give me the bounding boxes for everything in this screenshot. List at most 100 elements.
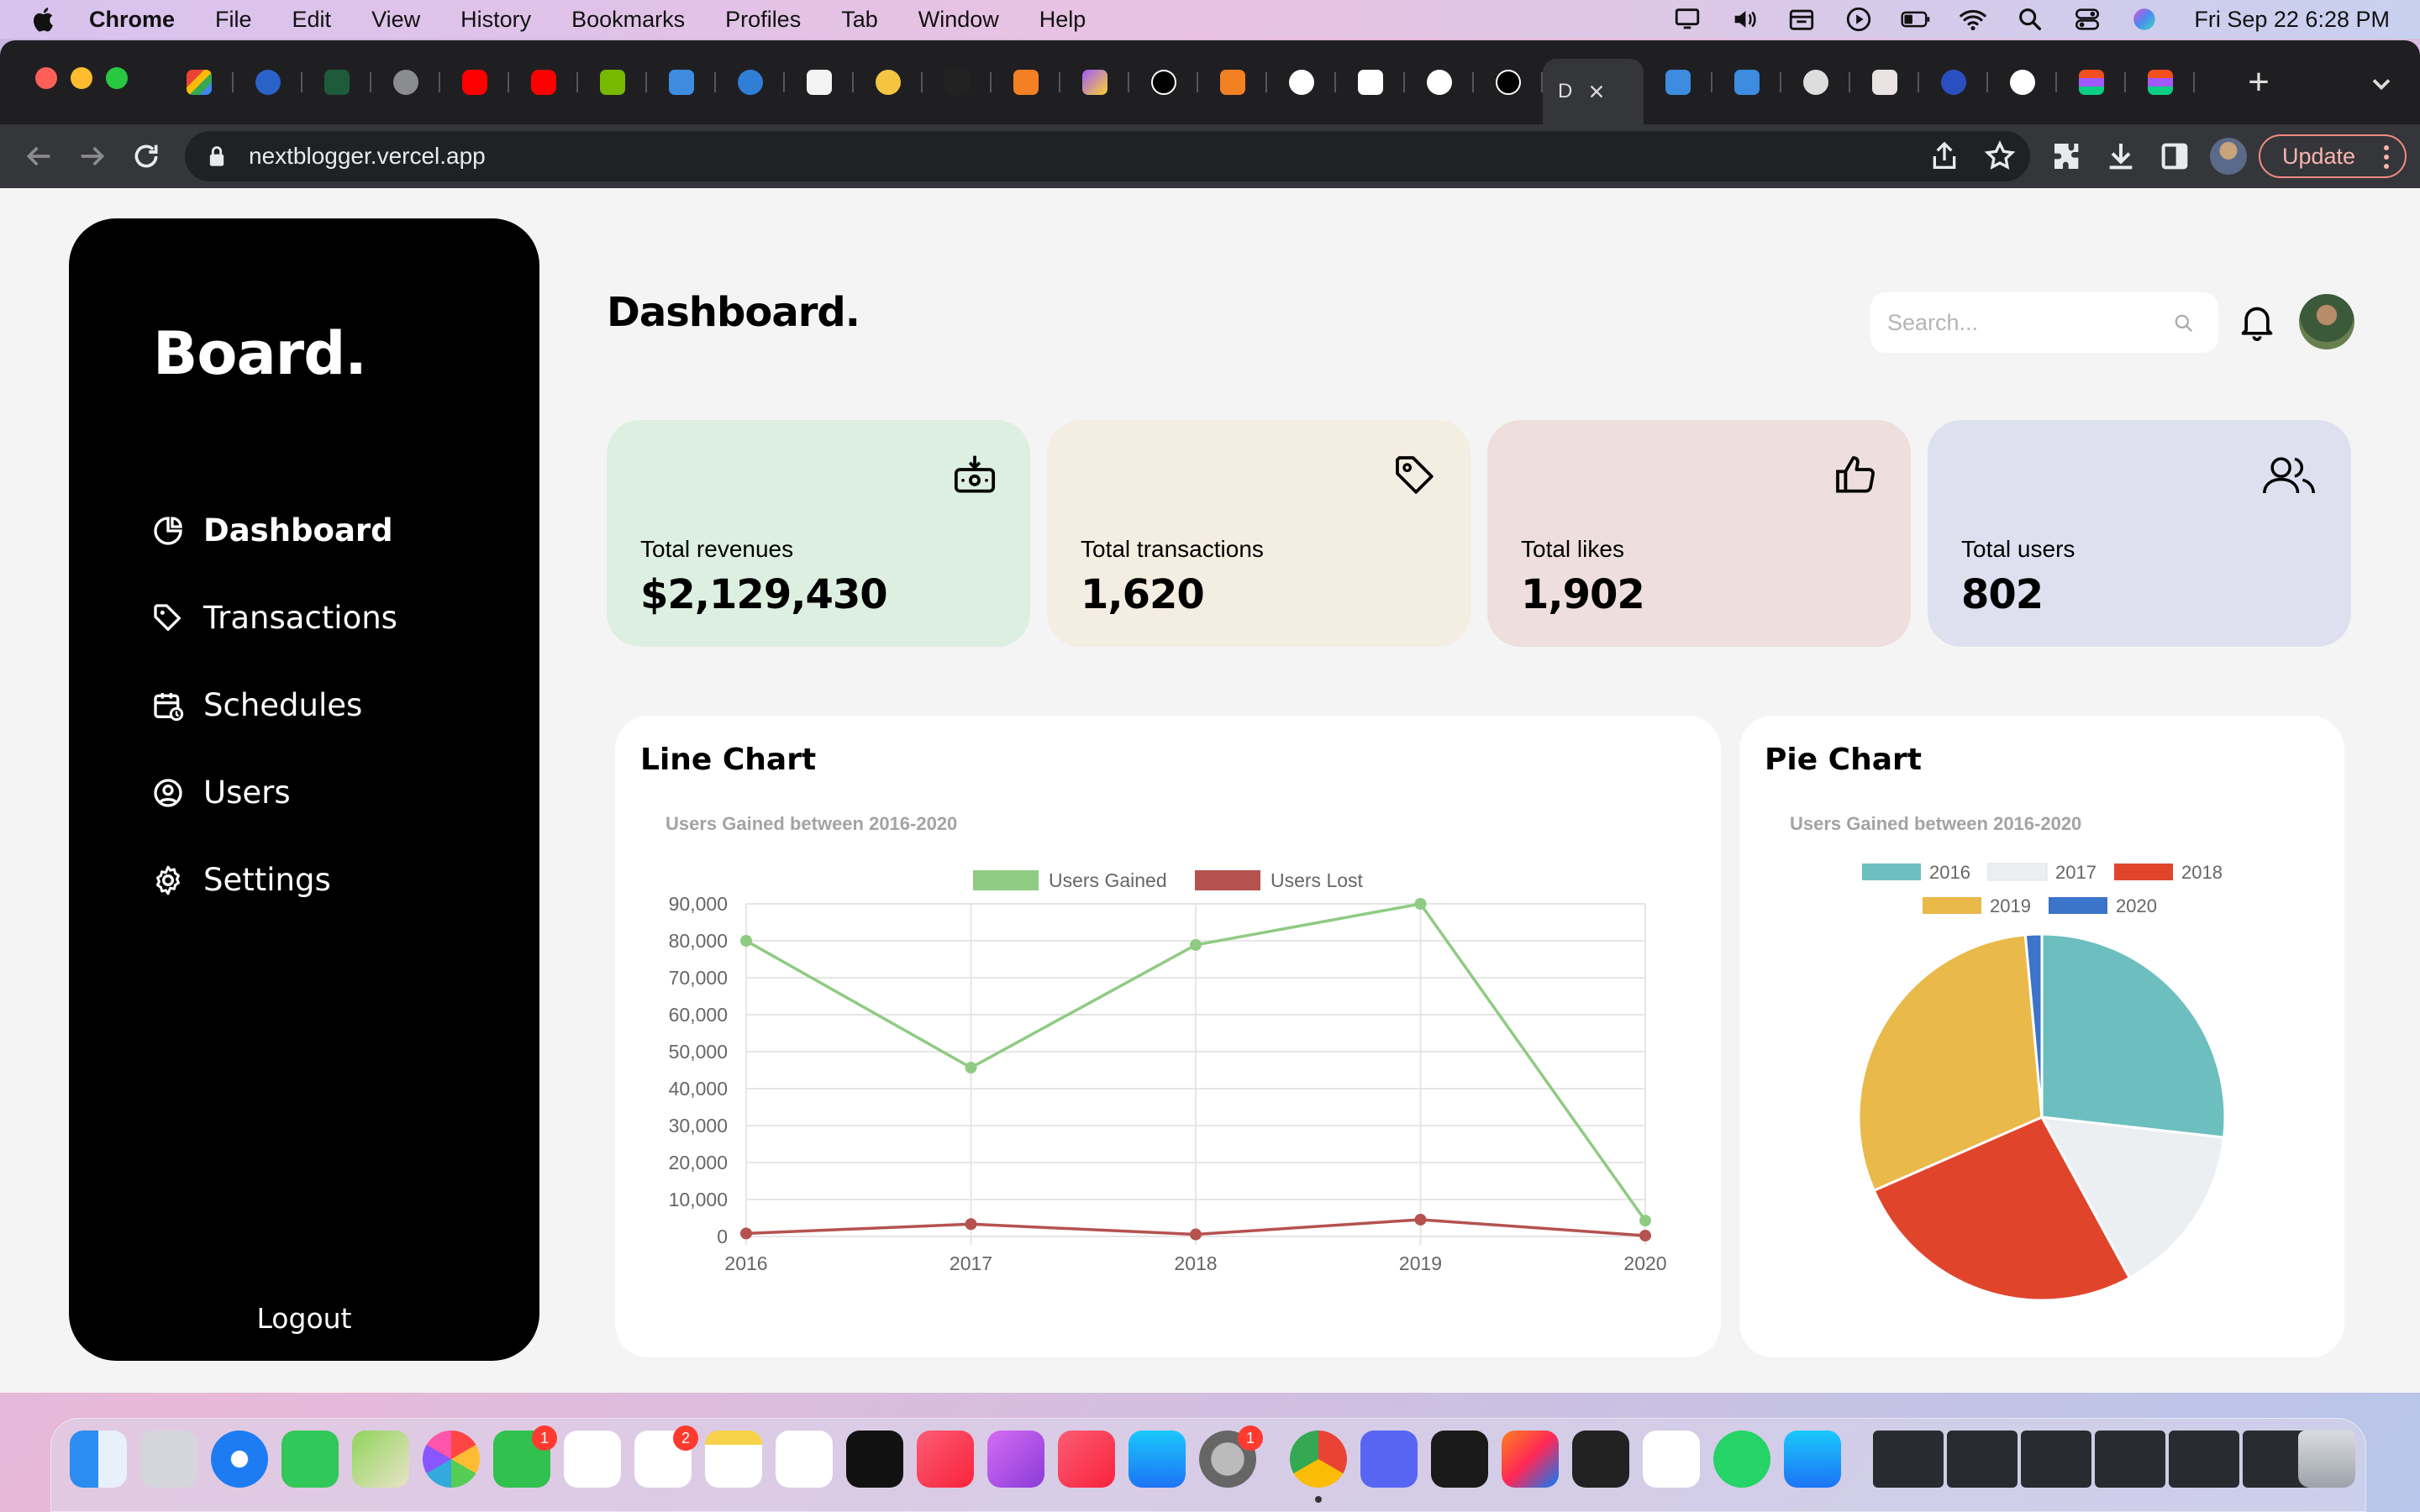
tab-youtube-2[interactable] bbox=[509, 59, 578, 106]
tab-vite[interactable] bbox=[1060, 59, 1129, 106]
apple-tv-icon[interactable] bbox=[846, 1431, 903, 1488]
bell-icon[interactable] bbox=[2238, 302, 2275, 343]
tab-figma-1[interactable] bbox=[2057, 59, 2126, 106]
tab-vercel-2[interactable] bbox=[1474, 59, 1543, 106]
messages-icon[interactable] bbox=[281, 1431, 339, 1488]
tab-w[interactable] bbox=[1336, 59, 1405, 106]
window-thumbnail-3[interactable] bbox=[2021, 1431, 2091, 1488]
battery-icon[interactable] bbox=[1900, 5, 1932, 34]
tab-app-9[interactable] bbox=[1919, 59, 1988, 106]
window-thumbnail-5[interactable] bbox=[2169, 1431, 2239, 1488]
apple-icon[interactable] bbox=[30, 5, 59, 34]
menu-tab[interactable]: Tab bbox=[841, 7, 878, 33]
finder-icon[interactable] bbox=[70, 1431, 127, 1488]
control-center-icon[interactable] bbox=[2071, 5, 2103, 34]
tab-figma-2[interactable] bbox=[2126, 59, 2195, 106]
calendar-menu-icon[interactable] bbox=[1786, 5, 1818, 34]
menu-view[interactable]: View bbox=[371, 7, 420, 33]
chrome-icon[interactable] bbox=[1290, 1431, 1347, 1488]
tab-unstop[interactable] bbox=[234, 59, 302, 106]
tab-github[interactable] bbox=[1405, 59, 1474, 106]
minimize-window-button[interactable] bbox=[71, 67, 92, 89]
tab-app-4[interactable] bbox=[923, 59, 992, 106]
menu-profiles[interactable]: Profiles bbox=[725, 7, 801, 33]
launchpad-icon[interactable] bbox=[140, 1431, 197, 1488]
tab-medium-2[interactable] bbox=[1267, 59, 1336, 106]
tab-globe[interactable] bbox=[371, 59, 440, 106]
tab-gmail[interactable] bbox=[165, 59, 234, 106]
sidebar-item-schedules[interactable]: Schedules bbox=[151, 687, 362, 723]
tab-medium-3[interactable] bbox=[1988, 59, 2057, 106]
discord-icon[interactable] bbox=[1360, 1431, 1418, 1488]
download-icon[interactable] bbox=[2104, 139, 2138, 173]
sidebar-item-dashboard[interactable]: Dashboard bbox=[151, 512, 393, 549]
tab-hi[interactable] bbox=[302, 59, 371, 106]
profile-avatar[interactable] bbox=[2210, 138, 2247, 175]
search-input[interactable] bbox=[1887, 309, 2156, 336]
tab-app-3[interactable] bbox=[854, 59, 923, 106]
tab-stackoverflow-1[interactable] bbox=[992, 59, 1060, 106]
terminal-icon[interactable] bbox=[1572, 1431, 1629, 1488]
xcode-icon[interactable] bbox=[1784, 1431, 1841, 1488]
trash-icon[interactable] bbox=[2298, 1431, 2355, 1488]
menu-window[interactable]: Window bbox=[918, 7, 999, 33]
share-icon[interactable] bbox=[1928, 139, 1961, 173]
menu-help[interactable]: Help bbox=[1039, 7, 1086, 33]
reload-icon[interactable] bbox=[129, 139, 163, 173]
facetime-icon[interactable]: 1 bbox=[493, 1425, 557, 1488]
sidebar-item-transactions[interactable]: Transactions bbox=[151, 600, 397, 636]
tab-active[interactable]: D bbox=[1543, 59, 1644, 124]
tab-app-8[interactable] bbox=[1850, 59, 1919, 106]
update-button[interactable]: Update bbox=[2259, 134, 2407, 178]
tab-stackoverflow-2[interactable] bbox=[1198, 59, 1267, 106]
menu-history[interactable]: History bbox=[460, 7, 531, 33]
spotlight-search-icon[interactable] bbox=[2014, 5, 2046, 34]
search-box[interactable] bbox=[1870, 292, 2218, 353]
tab-medium[interactable] bbox=[785, 59, 854, 106]
extensions-icon[interactable] bbox=[2050, 139, 2084, 173]
notes-icon[interactable] bbox=[705, 1431, 762, 1488]
tab-app-6[interactable] bbox=[1712, 59, 1781, 106]
news-icon[interactable] bbox=[1058, 1431, 1115, 1488]
tab-vercel-1[interactable] bbox=[1129, 59, 1198, 106]
window-thumbnail-4[interactable] bbox=[2095, 1431, 2165, 1488]
zoom-window-button[interactable] bbox=[106, 67, 128, 89]
address-bar[interactable]: nextblogger.vercel.app bbox=[185, 131, 2030, 181]
window-thumbnail-1[interactable] bbox=[1873, 1431, 1944, 1488]
whatsapp-icon[interactable] bbox=[1713, 1431, 1770, 1488]
menu-bookmarks[interactable]: Bookmarks bbox=[571, 7, 685, 33]
podcasts-icon[interactable] bbox=[987, 1431, 1044, 1488]
close-window-button[interactable] bbox=[35, 67, 57, 89]
app-store-icon[interactable] bbox=[1128, 1431, 1186, 1488]
safari-icon[interactable] bbox=[211, 1431, 268, 1488]
new-tab-button[interactable]: + bbox=[2235, 59, 2282, 106]
siri-icon[interactable] bbox=[2128, 5, 2160, 34]
tab-nvidia[interactable] bbox=[578, 59, 647, 106]
sidebar-item-users[interactable]: Users bbox=[151, 774, 291, 811]
lock-icon[interactable] bbox=[207, 144, 227, 168]
tab-app-2[interactable] bbox=[716, 59, 785, 106]
tab-search-chevron-icon[interactable] bbox=[2366, 69, 2396, 99]
tab-youtube-1[interactable] bbox=[440, 59, 509, 106]
system-settings-icon[interactable]: 1 bbox=[1199, 1425, 1263, 1488]
tab-app-7[interactable] bbox=[1781, 59, 1850, 106]
side-panel-icon[interactable] bbox=[2158, 139, 2191, 173]
play-icon[interactable] bbox=[1843, 5, 1875, 34]
music-icon[interactable] bbox=[917, 1431, 974, 1488]
menu-edit[interactable]: Edit bbox=[292, 7, 332, 33]
user-avatar[interactable] bbox=[2299, 294, 2354, 349]
intellij-icon[interactable] bbox=[1502, 1431, 1559, 1488]
menu-app-name[interactable]: Chrome bbox=[89, 7, 175, 33]
display-icon[interactable] bbox=[1671, 5, 1703, 34]
sidebar-item-settings[interactable]: Settings bbox=[151, 862, 331, 898]
reminders-icon[interactable]: 2 bbox=[634, 1425, 698, 1488]
window-thumbnail-2[interactable] bbox=[1947, 1431, 2018, 1488]
maps-icon[interactable] bbox=[352, 1431, 409, 1488]
menubar-clock[interactable]: Fri Sep 22 6:28 PM bbox=[2194, 7, 2390, 33]
url-text[interactable]: nextblogger.vercel.app bbox=[249, 143, 486, 170]
logout-link[interactable]: Logout bbox=[69, 1302, 539, 1335]
menu-file[interactable]: File bbox=[215, 7, 252, 33]
tab-app-1[interactable] bbox=[647, 59, 716, 106]
vscode-icon[interactable] bbox=[1643, 1431, 1700, 1488]
wifi-icon[interactable] bbox=[1957, 5, 1989, 34]
